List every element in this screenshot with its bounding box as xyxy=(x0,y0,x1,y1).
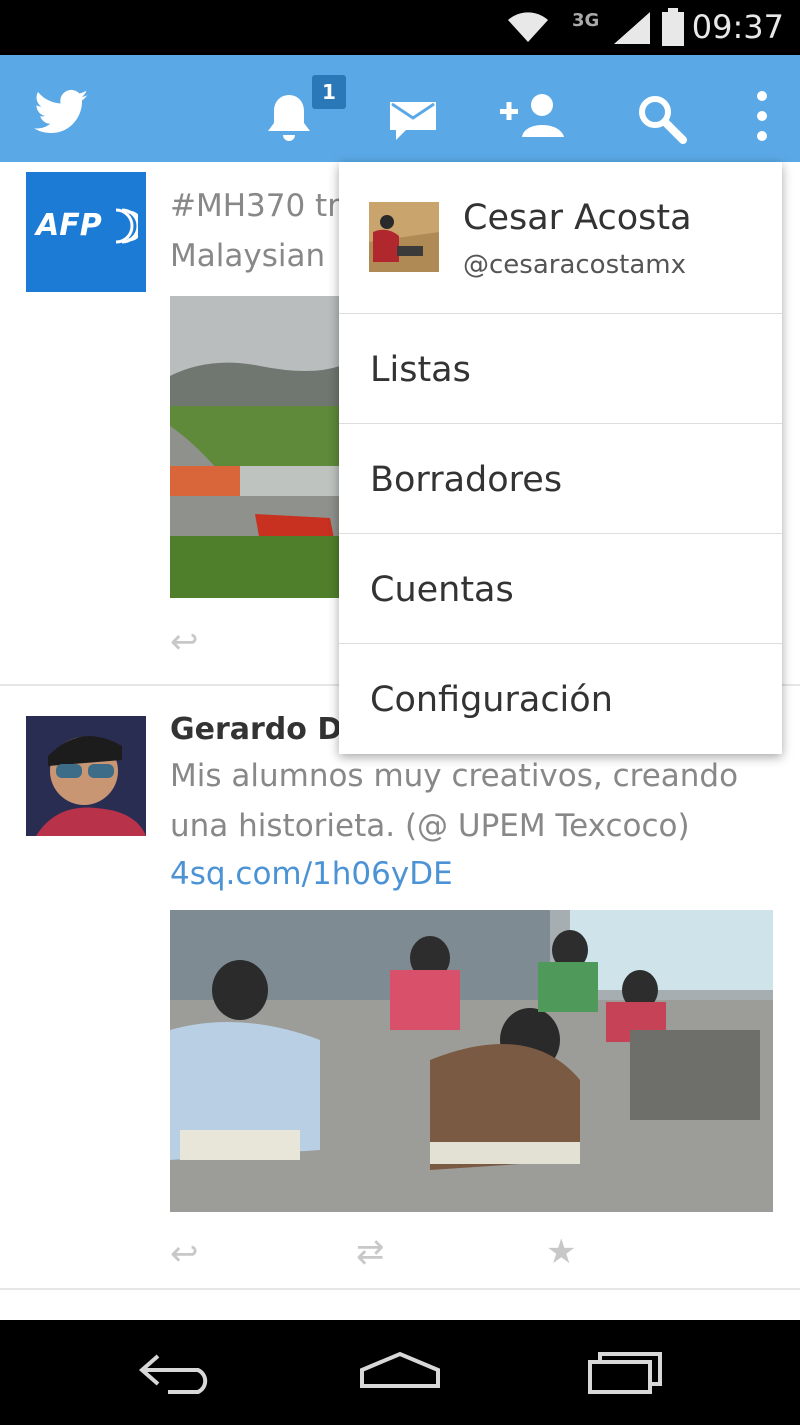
tweet-text-line: Mis alumnos muy creativos, creando xyxy=(170,758,739,794)
avatar-gerardo[interactable] xyxy=(26,716,146,836)
signal-icon xyxy=(614,12,650,44)
reply-icon[interactable]: ↩ xyxy=(170,622,199,662)
notification-badge: 1 xyxy=(312,75,346,109)
tweet-link[interactable]: 4sq.com/1h06yDE xyxy=(170,850,453,898)
racetrack-photo xyxy=(170,296,340,598)
avatar-photo xyxy=(26,716,146,836)
menu-item-label: Configuración xyxy=(370,680,613,720)
mail-icon[interactable] xyxy=(388,89,438,151)
tweet-image-classroom[interactable] xyxy=(170,910,773,1212)
twitter-bird-icon[interactable] xyxy=(34,83,90,145)
menu-profile[interactable]: Cesar Acosta @cesaracostamx xyxy=(339,162,782,314)
menu-item-label: Cuentas xyxy=(370,570,514,610)
menu-item-label: Borradores xyxy=(370,460,563,500)
classroom-photo xyxy=(170,910,773,1212)
menu-item-settings[interactable]: Configuración xyxy=(339,644,782,754)
tweet-text-line: una historieta. (@ UPEM Texcoco) xyxy=(170,808,690,844)
tweet-text-line: Malaysian xyxy=(170,238,326,274)
status-bar: 3G 09:37 xyxy=(0,0,800,55)
battery-icon xyxy=(662,8,684,46)
wifi-icon xyxy=(508,12,548,42)
tweet-gerardo[interactable]: Gerardo Do Mis alumnos muy creativos, cr… xyxy=(0,686,800,1286)
menu-item-drafts[interactable]: Borradores xyxy=(339,424,782,534)
profile-handle: @cesaracostamx xyxy=(463,250,686,280)
network-type: 3G xyxy=(572,10,600,31)
home-icon[interactable] xyxy=(358,1350,442,1390)
tweet-author[interactable]: Gerardo Do xyxy=(170,712,363,747)
overflow-menu-icon[interactable] xyxy=(752,85,772,147)
menu-item-label: Listas xyxy=(370,350,471,390)
avatar-afp[interactable]: AFP xyxy=(26,172,146,292)
bell-icon[interactable] xyxy=(266,87,312,149)
tweet-image-racetrack[interactable] xyxy=(170,296,340,598)
reply-icon[interactable]: ↩ xyxy=(170,1234,199,1274)
app-bar: 1 xyxy=(0,55,800,162)
search-icon[interactable] xyxy=(637,87,687,149)
back-icon[interactable] xyxy=(138,1352,218,1396)
divider xyxy=(0,1288,800,1290)
profile-name: Cesar Acosta xyxy=(463,198,692,238)
profile-photo xyxy=(369,202,439,272)
menu-item-lists[interactable]: Listas xyxy=(339,314,782,424)
favorite-icon[interactable]: ★ xyxy=(546,1232,576,1272)
menu-item-accounts[interactable]: Cuentas xyxy=(339,534,782,644)
tweet-text-line: #MH370 tr xyxy=(170,188,340,224)
profile-avatar xyxy=(369,202,439,272)
retweet-icon[interactable]: ⇄ xyxy=(356,1232,385,1272)
clock: 09:37 xyxy=(691,8,784,46)
add-user-icon[interactable] xyxy=(500,85,568,147)
overflow-menu: Cesar Acosta @cesaracostamx Listas Borra… xyxy=(339,162,782,754)
recent-apps-icon[interactable] xyxy=(586,1350,664,1396)
navigation-bar xyxy=(0,1320,800,1425)
afp-globe-icon xyxy=(115,208,138,244)
afp-logo-text: AFP xyxy=(36,208,102,243)
